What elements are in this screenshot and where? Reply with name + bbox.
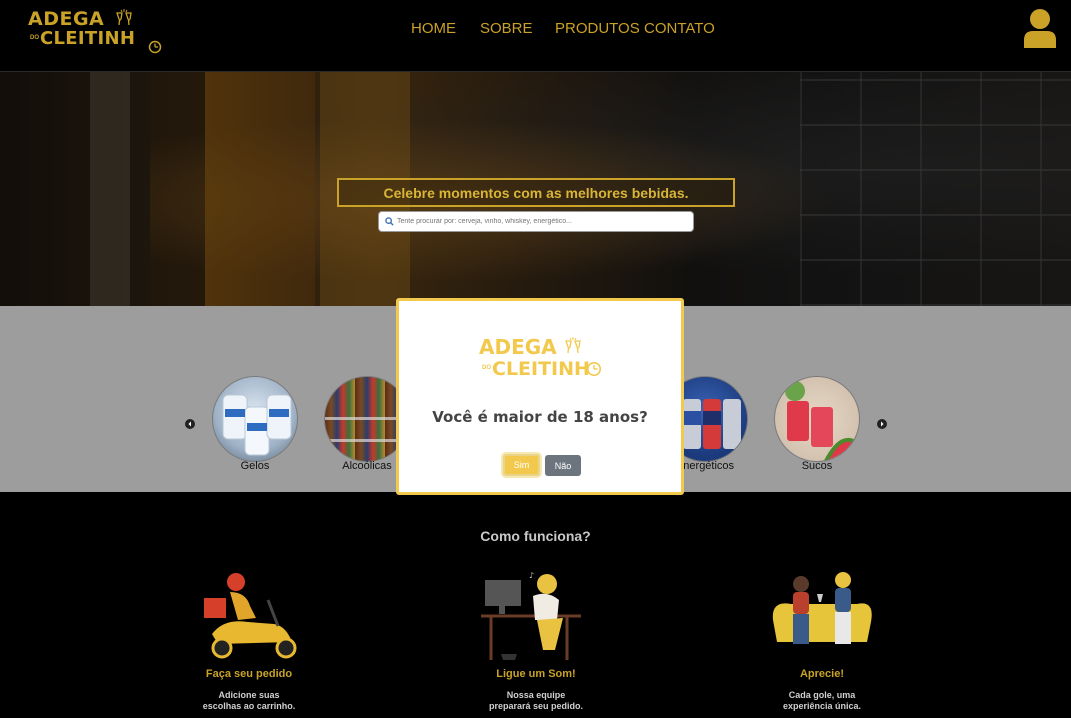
step-music-desc: Nossa equipe preparará seu pedido. xyxy=(436,690,636,712)
nav-produtos-link[interactable]: PRODUTOS xyxy=(555,20,640,37)
carousel-prev-button[interactable] xyxy=(185,419,195,429)
age-no-button[interactable]: Não xyxy=(545,455,581,476)
step-order-title: Faça seu pedido xyxy=(205,668,293,680)
search-bar[interactable] xyxy=(378,211,694,232)
ice-bags-icon xyxy=(222,394,292,456)
category-gelos[interactable]: Gelos xyxy=(212,376,298,476)
step-order-desc-line1: Adicione suas xyxy=(218,690,280,700)
hero-banner: Celebre momentos com as melhores bebidas… xyxy=(0,72,1071,306)
modal-logo-text-adega: ADEGA xyxy=(479,335,557,359)
site-header: ADEGA DO CLEITINH HOME SOBRE PRODUTOS CO… xyxy=(0,0,1071,72)
nav-home-link[interactable]: HOME xyxy=(411,20,456,37)
age-yes-button[interactable]: Sim xyxy=(503,454,540,476)
main-nav: HOME SOBRE PRODUTOS CONTATO xyxy=(0,20,1071,40)
hero-title: Celebre momentos com as melhores bebidas… xyxy=(383,184,689,201)
desk-person-illustration: ♪ xyxy=(481,570,591,662)
chevron-right-icon xyxy=(881,421,884,427)
how-it-works-section: Como funciona? Faça seu pedido Adicione … xyxy=(0,492,1071,718)
step-music-title: Ligue um Som! xyxy=(496,668,576,680)
how-it-works-title: Como funciona? xyxy=(480,528,591,544)
step-music: ♪ Ligue um Som! Nossa equipe preparará s… xyxy=(436,570,636,712)
user-icon[interactable] xyxy=(1022,8,1058,48)
search-icon xyxy=(385,217,394,226)
step-order-desc: Adicione suas escolhas ao carrinho. xyxy=(149,690,349,712)
delivery-scooter-illustration xyxy=(194,570,304,662)
cheers-glasses-icon xyxy=(565,337,581,354)
category-image-sucos xyxy=(774,376,860,462)
clock-icon xyxy=(148,40,162,54)
carousel-next-button[interactable] xyxy=(877,419,887,429)
step-order: Faça seu pedido Adicione suas escolhas a… xyxy=(149,570,349,712)
category-label-gelos: Gelos xyxy=(240,460,270,472)
age-verification-modal: ADEGA DO CLEITINH Você é maior de 18 ano… xyxy=(396,298,684,495)
hero-title-box: Celebre momentos com as melhores bebidas… xyxy=(337,178,735,207)
page: ADEGA DO CLEITINH HOME SOBRE PRODUTOS CO… xyxy=(0,0,1071,718)
category-image-gelos xyxy=(212,376,298,462)
modal-logo-text-do: DO xyxy=(482,365,491,371)
step-enjoy-desc-line1: Cada gole, uma xyxy=(788,690,856,700)
juice-glasses-icon xyxy=(785,381,859,461)
clock-icon xyxy=(587,362,601,376)
age-question: Você é maior de 18 anos? xyxy=(432,408,648,426)
step-order-desc-line2: escolhas ao carrinho. xyxy=(202,701,296,711)
nav-sobre-link[interactable]: SOBRE xyxy=(480,20,533,37)
step-enjoy: Aprecie! Cada gole, uma experiência únic… xyxy=(722,570,922,712)
step-music-desc-line2: preparará seu pedido. xyxy=(488,701,584,711)
search-input[interactable] xyxy=(397,218,687,225)
couple-toasting-illustration xyxy=(767,570,877,662)
modal-logo: ADEGA DO CLEITINH xyxy=(479,335,609,385)
step-enjoy-desc: Cada gole, uma experiência única. xyxy=(722,690,922,712)
step-enjoy-title: Aprecie! xyxy=(799,668,845,680)
chevron-left-icon xyxy=(188,421,191,427)
step-enjoy-desc-line2: experiência única. xyxy=(782,701,862,711)
svg-text:♪: ♪ xyxy=(529,571,534,580)
nav-contato-link[interactable]: CONTATO xyxy=(644,20,715,37)
category-label-sucos: Sucos xyxy=(801,460,833,472)
step-music-desc-line1: Nossa equipe xyxy=(506,690,566,700)
category-sucos[interactable]: Sucos xyxy=(774,376,860,476)
modal-logo-text-cleitinho: CLEITINH xyxy=(492,358,590,380)
